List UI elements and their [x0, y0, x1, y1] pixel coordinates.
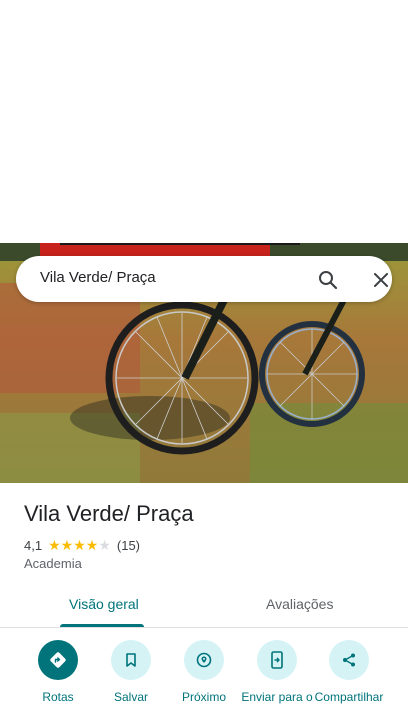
directions-icon [38, 640, 78, 680]
active-tab-indicator [60, 624, 144, 627]
tab-bar: Visão geral Avaliações [0, 586, 408, 628]
search-bar[interactable]: Vila Verde/ Praça [16, 256, 392, 302]
nearby-button[interactable]: Próximo [164, 640, 244, 704]
star-icon: ★ [48, 537, 61, 553]
star-icon: ★ [60, 537, 74, 553]
rating-stars: ★ ★ ★ ★ ★ [48, 538, 111, 552]
review-count[interactable]: (15) [117, 538, 140, 553]
place-title: Vila Verde/ Praça [24, 501, 194, 526]
nearby-icon [184, 640, 224, 680]
bookmark-icon [111, 640, 151, 680]
search-input[interactable]: Vila Verde/ Praça [40, 269, 156, 286]
rating-row[interactable]: 4,1 ★ ★ ★ ★ ★ (15) [24, 537, 140, 553]
search-icon[interactable] [314, 266, 342, 294]
tab-overview[interactable]: Visão geral [69, 596, 139, 612]
tab-reviews[interactable]: Avaliações [266, 596, 333, 612]
send-to-phone-icon [257, 640, 297, 680]
send-to-phone-label: Enviar para o [241, 690, 313, 704]
share-icon [329, 640, 369, 680]
send-to-phone-button[interactable]: Enviar para o [237, 640, 317, 704]
close-icon[interactable] [367, 266, 395, 294]
action-bar: Rotas Salvar Próximo Enviar para o Compa… [0, 640, 408, 726]
star-icon: ★ [73, 537, 86, 553]
star-icon: ★ [98, 537, 111, 553]
share-button[interactable]: Compartilhar [309, 640, 389, 704]
star-icon: ★ [85, 537, 99, 553]
share-label: Compartilhar [314, 690, 384, 704]
map-area[interactable] [0, 0, 408, 243]
directions-label: Rotas [42, 690, 74, 704]
place-category: Academia [24, 556, 82, 571]
nearby-label: Próximo [181, 690, 226, 704]
directions-button[interactable]: Rotas [18, 640, 98, 704]
rating-value: 4,1 [24, 537, 43, 553]
save-label: Salvar [113, 690, 148, 704]
save-button[interactable]: Salvar [91, 640, 171, 704]
